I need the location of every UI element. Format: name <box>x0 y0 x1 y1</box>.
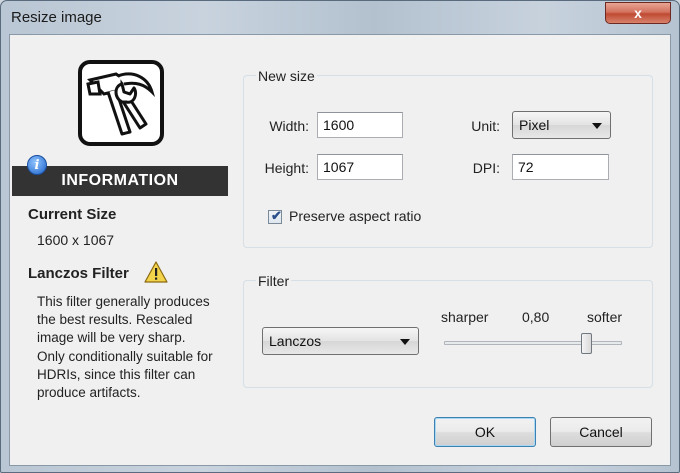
slider-value: 0,80 <box>522 309 550 325</box>
cancel-button[interactable]: Cancel <box>550 417 652 447</box>
height-label: Height: <box>264 160 309 176</box>
current-size-title: Current Size <box>28 206 117 223</box>
checkmark-icon: ✔ <box>271 208 282 223</box>
filter-info-title: Lanczos Filter <box>28 265 129 282</box>
new-size-group-label: New size <box>256 68 317 84</box>
hammer-wrench-icon <box>78 60 164 146</box>
filter-select[interactable]: Lanczos <box>262 327 419 355</box>
sharpness-slider-thumb[interactable] <box>580 333 592 354</box>
preserve-aspect-checkbox[interactable]: ✔ <box>268 208 282 224</box>
unit-select[interactable]: Pixel <box>512 111 611 139</box>
info-icon: i <box>27 155 47 175</box>
chevron-down-icon <box>400 339 410 345</box>
title-bar[interactable]: Resize image x <box>1 1 679 34</box>
softer-label: softer <box>587 309 623 325</box>
filter-description: This filter generally produces the best … <box>37 294 213 401</box>
dpi-input[interactable]: 72 <box>512 154 609 180</box>
chevron-down-icon <box>592 123 602 129</box>
dialog-body: INFORMATION i Current Size 1600 x 1067 L… <box>9 34 671 466</box>
close-icon: x <box>634 5 642 21</box>
sharper-label: sharper <box>441 309 489 325</box>
window-title: Resize image <box>11 9 102 26</box>
ok-button[interactable]: OK <box>434 417 536 447</box>
width-input[interactable]: 1600 <box>317 112 403 138</box>
close-button[interactable]: x <box>605 2 671 24</box>
dpi-label: DPI: <box>472 160 500 176</box>
height-input[interactable]: 1067 <box>317 154 403 180</box>
filter-select-value: Lanczos <box>269 333 322 349</box>
info-panel: INFORMATION i Current Size 1600 x 1067 L… <box>10 35 230 465</box>
current-size-value: 1600 x 1067 <box>37 232 115 248</box>
warning-icon <box>144 261 168 283</box>
filter-group-label: Filter <box>256 273 292 289</box>
unit-label: Unit: <box>471 118 500 134</box>
unit-select-value: Pixel <box>519 117 550 133</box>
resize-image-dialog: Resize image x INFORMATION i Current Siz… <box>0 0 680 473</box>
preserve-aspect-label[interactable]: Preserve aspect ratio <box>289 208 421 224</box>
sharpness-slider-track[interactable] <box>444 341 622 345</box>
width-label: Width: <box>269 118 309 134</box>
